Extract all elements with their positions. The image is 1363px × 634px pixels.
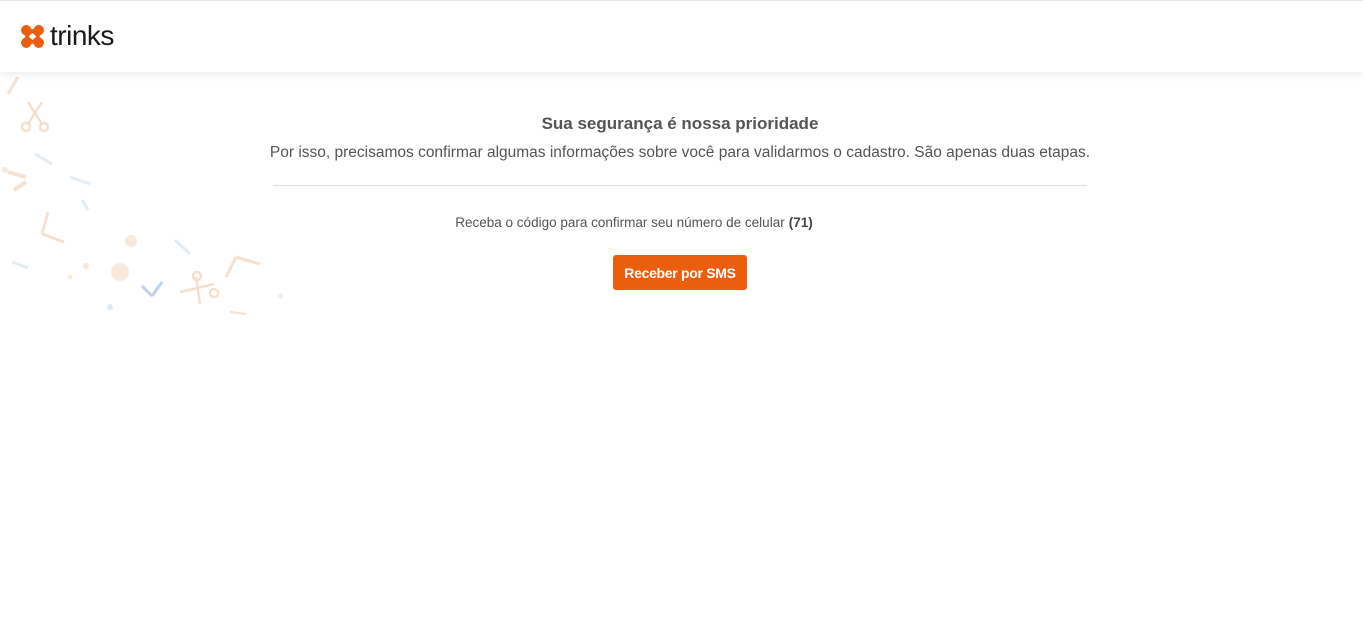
page-title: Sua segurança é nossa prioridade (541, 114, 819, 133)
decorative-background (2, 76, 284, 315)
phone-area-code: (71) (788, 215, 813, 230)
scissors-icon (179, 270, 220, 305)
brand-name: trinks (50, 20, 114, 51)
trinks-logo[interactable]: trinks (20, 21, 114, 51)
receive-sms-button[interactable]: Receber por SMS (613, 255, 747, 290)
sms-instruction: Receba o código para confirmar seu númer… (0, 215, 1268, 230)
sms-instruction-text: Receba o código para confirmar seu númer… (455, 215, 785, 230)
four-petal-logo-icon (21, 24, 44, 48)
confetti-icon (6, 76, 261, 315)
page-subtitle: Por isso, precisamos confirmar algumas i… (269, 144, 1091, 161)
divider (273, 185, 1087, 186)
top-header: trinks (0, 0, 1363, 72)
